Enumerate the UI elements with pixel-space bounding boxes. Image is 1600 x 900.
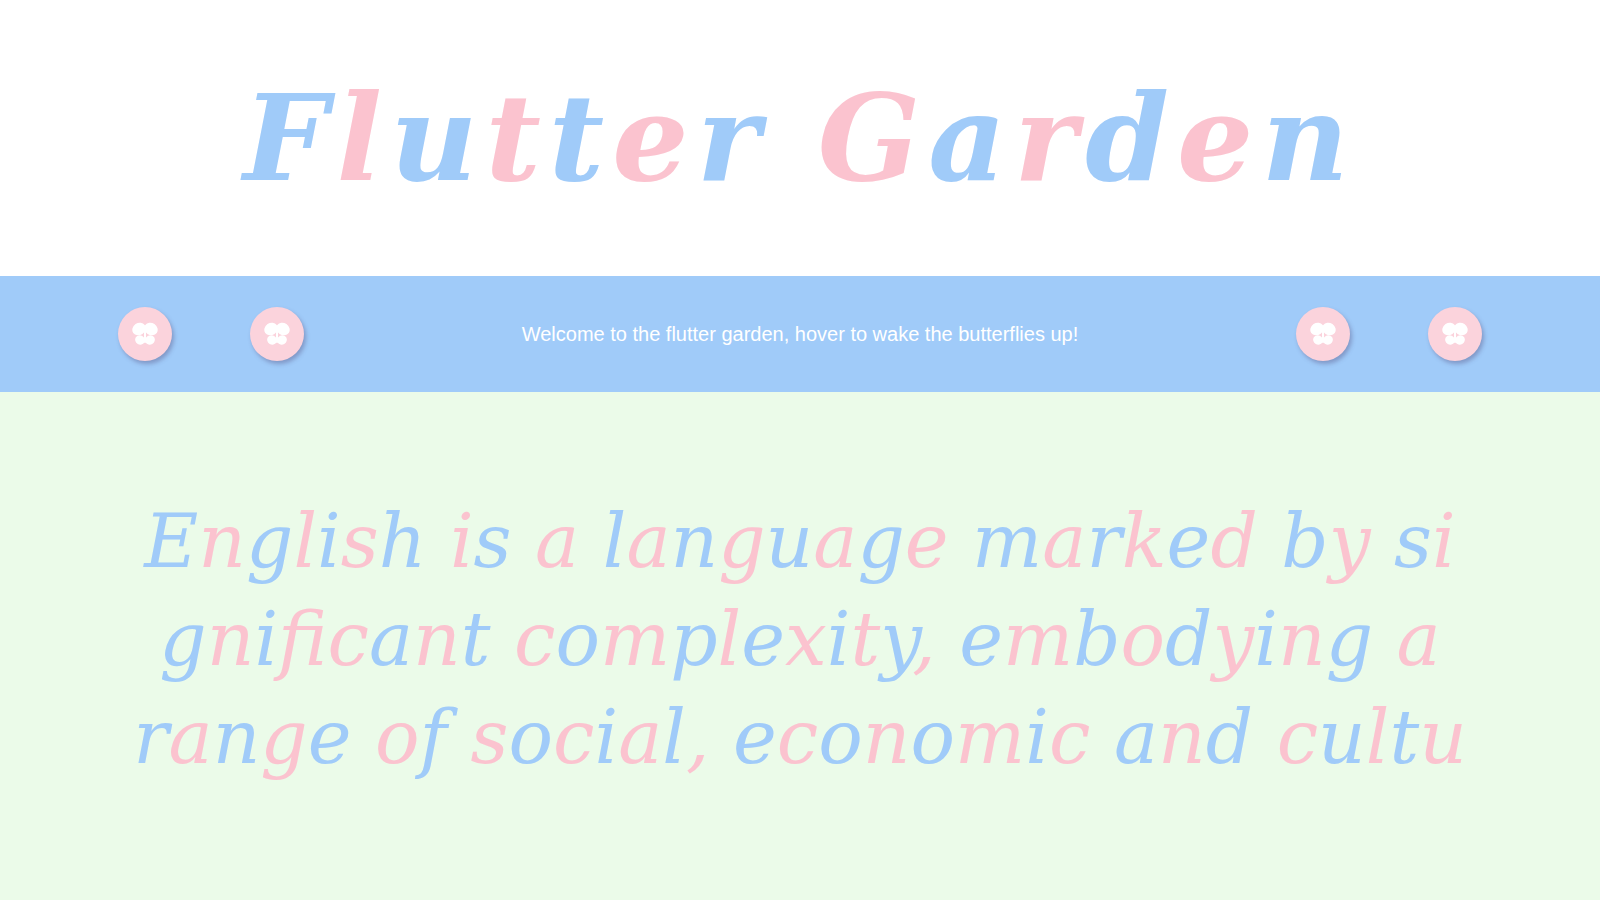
butterfly-icon — [130, 319, 160, 349]
butterfly-button[interactable] — [1428, 307, 1482, 361]
butterfly-icon — [262, 319, 292, 349]
site-header: Flutter Garden — [0, 0, 1600, 276]
butterfly-button[interactable] — [118, 307, 172, 361]
butterfly-icon — [1440, 319, 1470, 349]
butterfly-icon — [1308, 319, 1338, 349]
garden-text-area: English is a language marked by signific… — [0, 392, 1600, 786]
welcome-message: Welcome to the flutter garden, hover to … — [522, 319, 1079, 349]
welcome-banner: Welcome to the flutter garden, hover to … — [0, 276, 1600, 392]
garden-text: English is a language marked by signific… — [130, 492, 1470, 786]
butterfly-button[interactable] — [1296, 307, 1350, 361]
butterfly-button[interactable] — [250, 307, 304, 361]
site-title: Flutter Garden — [223, 66, 1376, 210]
